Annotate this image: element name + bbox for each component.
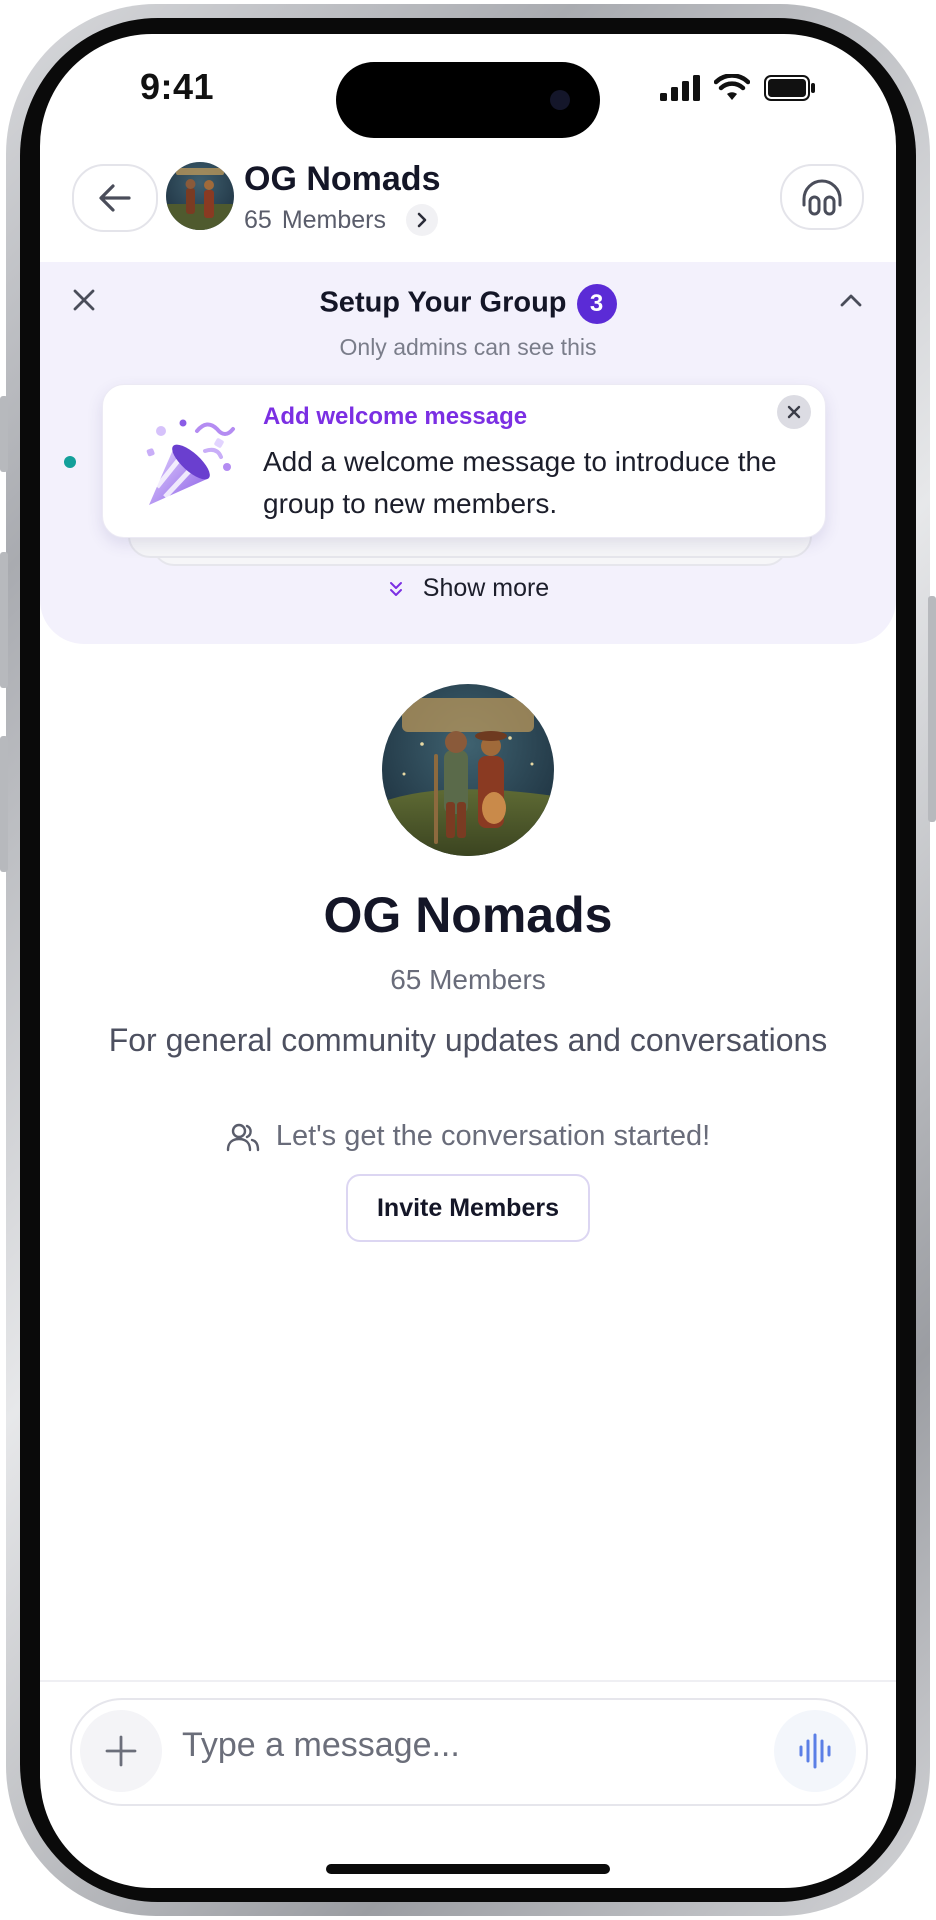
plus-icon	[105, 1735, 137, 1767]
chevron-up-icon	[840, 294, 862, 307]
close-icon	[787, 405, 801, 419]
audio-room-button[interactable]	[780, 164, 864, 230]
card-dismiss-button[interactable]	[777, 395, 811, 429]
double-chevron-down-icon	[389, 581, 402, 596]
home-indicator	[326, 1864, 610, 1874]
setup-task-card[interactable]: Add welcome message Add a welcome messag…	[102, 384, 826, 538]
chat-header: OG Nomads 65 Members	[40, 154, 896, 264]
group-name-title: OG Nomads	[323, 887, 613, 943]
setup-collapse-button[interactable]	[838, 288, 864, 319]
people-icon	[226, 1123, 260, 1151]
wifi-icon	[714, 74, 750, 100]
party-popper-icon	[146, 419, 235, 505]
conversation-prompt-text: Let's get the conversation started!	[275, 1120, 711, 1152]
side-button-power	[928, 596, 936, 822]
setup-title: Setup Your Group 3	[40, 284, 896, 324]
side-button-action	[0, 396, 8, 472]
group-hero-image	[382, 684, 554, 856]
group-avatar-image	[166, 162, 234, 230]
group-hero-avatar[interactable]	[382, 684, 554, 856]
message-input[interactable]: Type a message...	[182, 1726, 460, 1765]
back-button[interactable]	[72, 164, 158, 232]
group-info-chevron[interactable]	[406, 204, 438, 236]
invite-members-button[interactable]: Invite Members	[346, 1174, 590, 1242]
group-member-count[interactable]: 65 Members	[40, 964, 896, 996]
side-button-volume-down	[0, 736, 8, 872]
group-description: For general community updates and conver…	[108, 1022, 828, 1058]
header-group-name[interactable]: OG Nomads	[244, 160, 440, 199]
conversation-prompt: Let's get the conversation started!	[40, 1120, 896, 1153]
header-members-label: Members	[281, 205, 386, 234]
chevron-right-icon	[417, 212, 427, 228]
composer-divider	[40, 1680, 896, 1682]
status-icons	[660, 74, 816, 102]
cellular-signal-icon	[660, 75, 700, 101]
screen: 9:41 OG Nomads 65 Members Setup Your Gro…	[40, 34, 896, 1888]
card-indicator-dot	[64, 456, 76, 468]
show-more-label: Show more	[422, 574, 550, 602]
back-arrow-icon	[99, 184, 131, 212]
show-more-button[interactable]: Show more	[40, 574, 896, 603]
voice-message-button[interactable]	[774, 1710, 856, 1792]
card-description: Add a welcome message to introduce the g…	[263, 446, 777, 519]
headphones-icon	[802, 179, 842, 216]
message-composer: Type a message...	[70, 1698, 868, 1806]
setup-admin-note: Only admins can see this	[339, 334, 597, 360]
status-time: 9:41	[140, 66, 215, 107]
header-members[interactable]: 65 Members	[244, 204, 438, 236]
card-title: Add welcome message	[263, 403, 528, 430]
attach-button[interactable]	[80, 1710, 162, 1792]
battery-icon	[764, 75, 815, 101]
header-member-count: 65	[244, 205, 272, 234]
camera-icon	[550, 90, 570, 110]
setup-title-text: Setup Your Group	[319, 286, 567, 319]
setup-panel: Setup Your Group 3 Only admins can see th…	[40, 262, 896, 644]
dynamic-island	[336, 62, 600, 138]
voice-wave-icon	[799, 1733, 831, 1769]
side-button-volume-up	[0, 552, 8, 688]
setup-step-badge: 3	[576, 284, 617, 324]
group-avatar[interactable]	[166, 162, 234, 230]
